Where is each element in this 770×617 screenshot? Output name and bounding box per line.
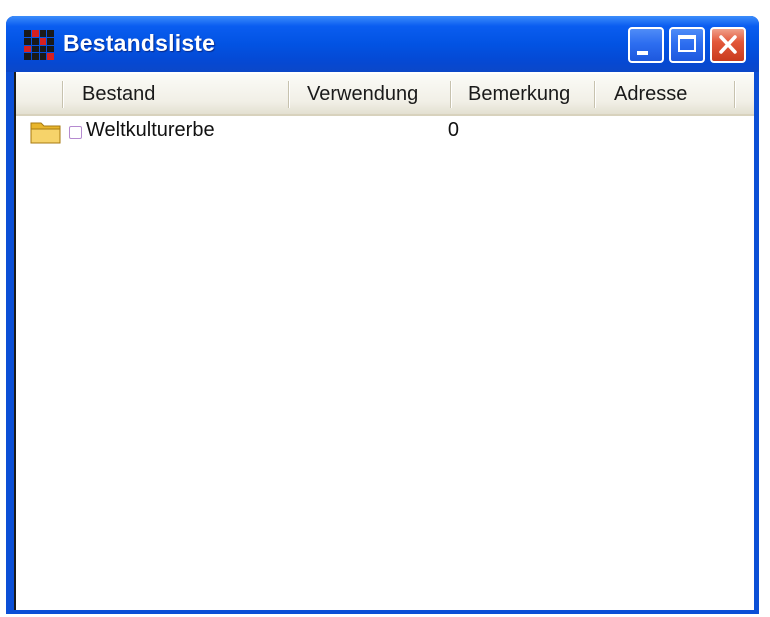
close-button[interactable] <box>710 27 746 63</box>
app-icon <box>24 30 54 60</box>
column-divider[interactable] <box>450 81 451 108</box>
folder-icon <box>30 122 61 144</box>
column-header-bestand[interactable]: Bestand <box>82 74 155 114</box>
column-header: Bestand Verwendung Bemerkung Adresse <box>16 74 754 116</box>
maximize-button[interactable] <box>669 27 705 63</box>
column-divider[interactable] <box>594 81 595 108</box>
maximize-icon <box>678 35 696 52</box>
table-row[interactable]: Weltkulturerbe 0 <box>16 116 754 150</box>
close-icon <box>719 35 737 54</box>
column-header-verwendung[interactable]: Verwendung <box>307 74 418 114</box>
column-header-bemerkung[interactable]: Bemerkung <box>468 74 570 114</box>
column-header-adresse[interactable]: Adresse <box>614 74 687 114</box>
minimize-icon <box>637 51 648 55</box>
window-title: Bestandsliste <box>63 30 216 56</box>
row-verwendung: 0 <box>447 119 459 141</box>
column-divider[interactable] <box>288 81 289 108</box>
bestandsliste-window: Bestandsliste Bestand Verwendung Bemerku… <box>6 16 759 614</box>
column-divider[interactable] <box>62 81 63 108</box>
row-name: Weltkulturerbe <box>86 119 215 141</box>
minimize-button[interactable] <box>628 27 664 63</box>
row-checkbox[interactable] <box>69 126 82 139</box>
column-divider[interactable] <box>734 81 735 108</box>
title-bar[interactable]: Bestandsliste <box>6 16 759 72</box>
list-view[interactable]: Bestand Verwendung Bemerkung Adresse Wel… <box>14 72 754 610</box>
